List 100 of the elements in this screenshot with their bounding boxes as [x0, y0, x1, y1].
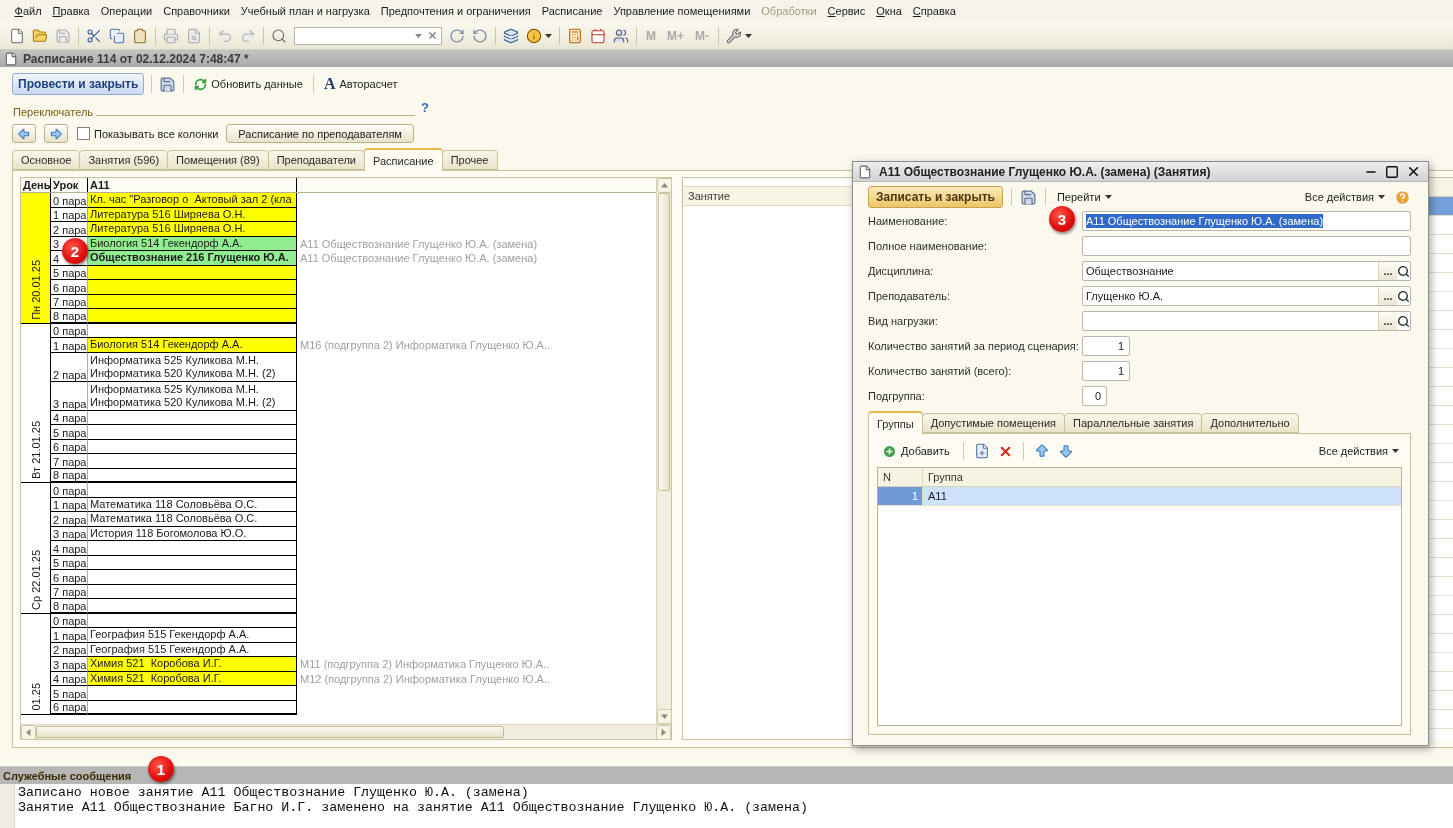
input-field[interactable]: А11 Обществознание Глущенко Ю.А. (замена): [1082, 211, 1411, 231]
close-icon[interactable]: [1406, 164, 1421, 179]
file-plus-icon[interactable]: [973, 443, 990, 459]
clear-icon[interactable]: [427, 30, 438, 41]
input-field[interactable]: [1082, 236, 1411, 256]
save-and-close-button[interactable]: Записать и закрыть: [868, 186, 1003, 208]
lesson-cell[interactable]: География 515 Гекендорф А.А.: [88, 628, 297, 643]
input-field[interactable]: ...: [1082, 311, 1411, 331]
next-button[interactable]: [44, 124, 68, 143]
lesson-cell[interactable]: [88, 483, 297, 498]
input-field[interactable]: 1: [1082, 336, 1130, 356]
help-icon[interactable]: [1394, 188, 1411, 206]
menu-item[interactable]: Сервис: [822, 3, 871, 19]
save-icon[interactable]: [159, 75, 177, 93]
lesson-cell[interactable]: [88, 686, 297, 701]
menu-item[interactable]: Файл: [9, 3, 48, 19]
lesson-cell[interactable]: [88, 309, 297, 324]
search-icon[interactable]: [1397, 314, 1410, 328]
tab[interactable]: Группы: [868, 411, 923, 434]
refresh-button[interactable]: Обновить данные: [191, 73, 306, 95]
input-field[interactable]: 1: [1082, 361, 1130, 381]
tab[interactable]: Помещения (89): [167, 150, 269, 170]
tab[interactable]: Дополнительно: [1201, 413, 1299, 433]
lesson-cell[interactable]: Кл. час "Разговор о Актовый зал 2 (кла: [88, 193, 297, 208]
autocalc-button[interactable]: A Авторасчет: [320, 73, 401, 95]
lesson-cell[interactable]: Химия 521 Коробова И.Г.: [88, 657, 297, 672]
document-icon: [4, 51, 18, 66]
table-row[interactable]: [1429, 197, 1453, 216]
menu-item[interactable]: Предпочтения и ограничения: [375, 3, 537, 19]
info-icon[interactable]: [526, 27, 542, 44]
maximize-icon[interactable]: [1385, 164, 1399, 179]
field-label: Преподаватель:: [868, 290, 950, 302]
lesson-cell[interactable]: Информатика 525 Куликова М.Н. Информатика 520 Куликова М.Н. (2): [88, 352, 297, 382]
search-icon[interactable]: [1397, 264, 1410, 278]
menu-item[interactable]: Расписание: [536, 3, 608, 19]
document-icon[interactable]: [9, 27, 25, 44]
lesson-cell[interactable]: Информатика 525 Куликова М.Н. Информатика 520 Куликова М.Н. (2): [88, 381, 297, 411]
table-row[interactable]: 1 А11: [878, 487, 1401, 506]
checkbox[interactable]: [77, 127, 90, 140]
scissors-icon[interactable]: [86, 27, 102, 44]
choose-button[interactable]: ...: [1378, 262, 1397, 280]
lesson-cell[interactable]: [88, 454, 297, 469]
post-and-close-button[interactable]: Провести и закрыть: [12, 73, 145, 95]
lesson-cell[interactable]: Биология 514 Гекендорф А.А.: [88, 338, 297, 353]
document-icon: [858, 164, 872, 179]
layers-icon[interactable]: [503, 27, 519, 44]
previous-button[interactable]: [12, 124, 36, 143]
tab[interactable]: Допустимые помещения: [921, 413, 1065, 433]
all-actions-button[interactable]: Все действия: [1315, 440, 1402, 462]
circular-arrow-icon[interactable]: [472, 27, 488, 44]
input-field[interactable]: Глущенко Ю.А. ...: [1082, 286, 1411, 306]
help-link[interactable]: ?: [421, 99, 429, 115]
lesson-cell[interactable]: [88, 541, 297, 556]
folder-icon[interactable]: [32, 27, 48, 44]
lesson-cell[interactable]: [88, 599, 297, 614]
goto-menu-button[interactable]: Перейти: [1053, 186, 1115, 208]
menu-item[interactable]: Управление помещениями: [607, 3, 756, 19]
copy-icon[interactable]: [109, 27, 125, 44]
lesson-cell[interactable]: Обществознание 216 Глущенко Ю.А.: [88, 251, 297, 266]
choose-button[interactable]: ...: [1378, 287, 1397, 305]
menu-item[interactable]: Справка: [907, 3, 962, 19]
menu-item[interactable]: Правка: [47, 3, 96, 19]
input-field[interactable]: Обществознание ...: [1082, 261, 1411, 281]
save-icon[interactable]: [1019, 188, 1037, 206]
note-text: М12 (подгруппа 2) Информатика Глущенко Ю.А..: [299, 671, 551, 686]
clipboard-icon[interactable]: [132, 27, 148, 44]
scrollbar-thumb[interactable]: [658, 193, 670, 491]
scrollbar-thumb[interactable]: [36, 726, 504, 738]
lesson-cell[interactable]: [88, 570, 297, 585]
input-field[interactable]: 0: [1082, 386, 1107, 406]
calculator-icon[interactable]: [567, 27, 583, 44]
lesson-cell[interactable]: [88, 280, 297, 295]
lesson-cell[interactable]: Литература 516 Ширяева О.Н.: [88, 222, 297, 237]
checkbox-label[interactable]: Показывать все колонки: [94, 127, 219, 140]
tab[interactable]: Преподаватели: [267, 150, 365, 170]
tab[interactable]: Расписание: [363, 148, 443, 171]
arrow-down-icon[interactable]: [1057, 443, 1074, 459]
tab[interactable]: Основное: [12, 150, 81, 170]
search-icon[interactable]: [1397, 289, 1410, 303]
lesson-cell[interactable]: Математика 118 Соловьёва О.С.: [88, 512, 297, 527]
menu-item[interactable]: Учебный план и нагрузка: [235, 3, 376, 19]
tab[interactable]: Параллельные занятия: [1064, 413, 1203, 433]
menu-item[interactable]: Окна: [870, 3, 908, 19]
arrow-up-icon[interactable]: [1033, 443, 1050, 459]
horizontal-scrollbar[interactable]: [21, 724, 671, 739]
teacher-schedule-button[interactable]: Расписание по преподавателям: [226, 124, 414, 143]
lesson-cell[interactable]: [88, 425, 297, 440]
menu-item[interactable]: Справочники: [157, 3, 236, 19]
tab[interactable]: Прочее: [441, 150, 498, 170]
users-icon[interactable]: [613, 27, 629, 44]
wrench-icon[interactable]: [726, 27, 742, 44]
menu-item[interactable]: Операции: [95, 3, 158, 19]
vertical-scrollbar[interactable]: [656, 178, 671, 724]
add-button[interactable]: Добавить: [879, 440, 953, 462]
circular-arrow-icon[interactable]: [449, 27, 465, 44]
all-actions-button[interactable]: Все действия: [1301, 186, 1388, 208]
calendar-icon[interactable]: [590, 27, 606, 44]
choose-button[interactable]: ...: [1378, 312, 1397, 330]
search-field[interactable]: [294, 26, 442, 45]
tab[interactable]: Занятия (596): [79, 150, 169, 170]
